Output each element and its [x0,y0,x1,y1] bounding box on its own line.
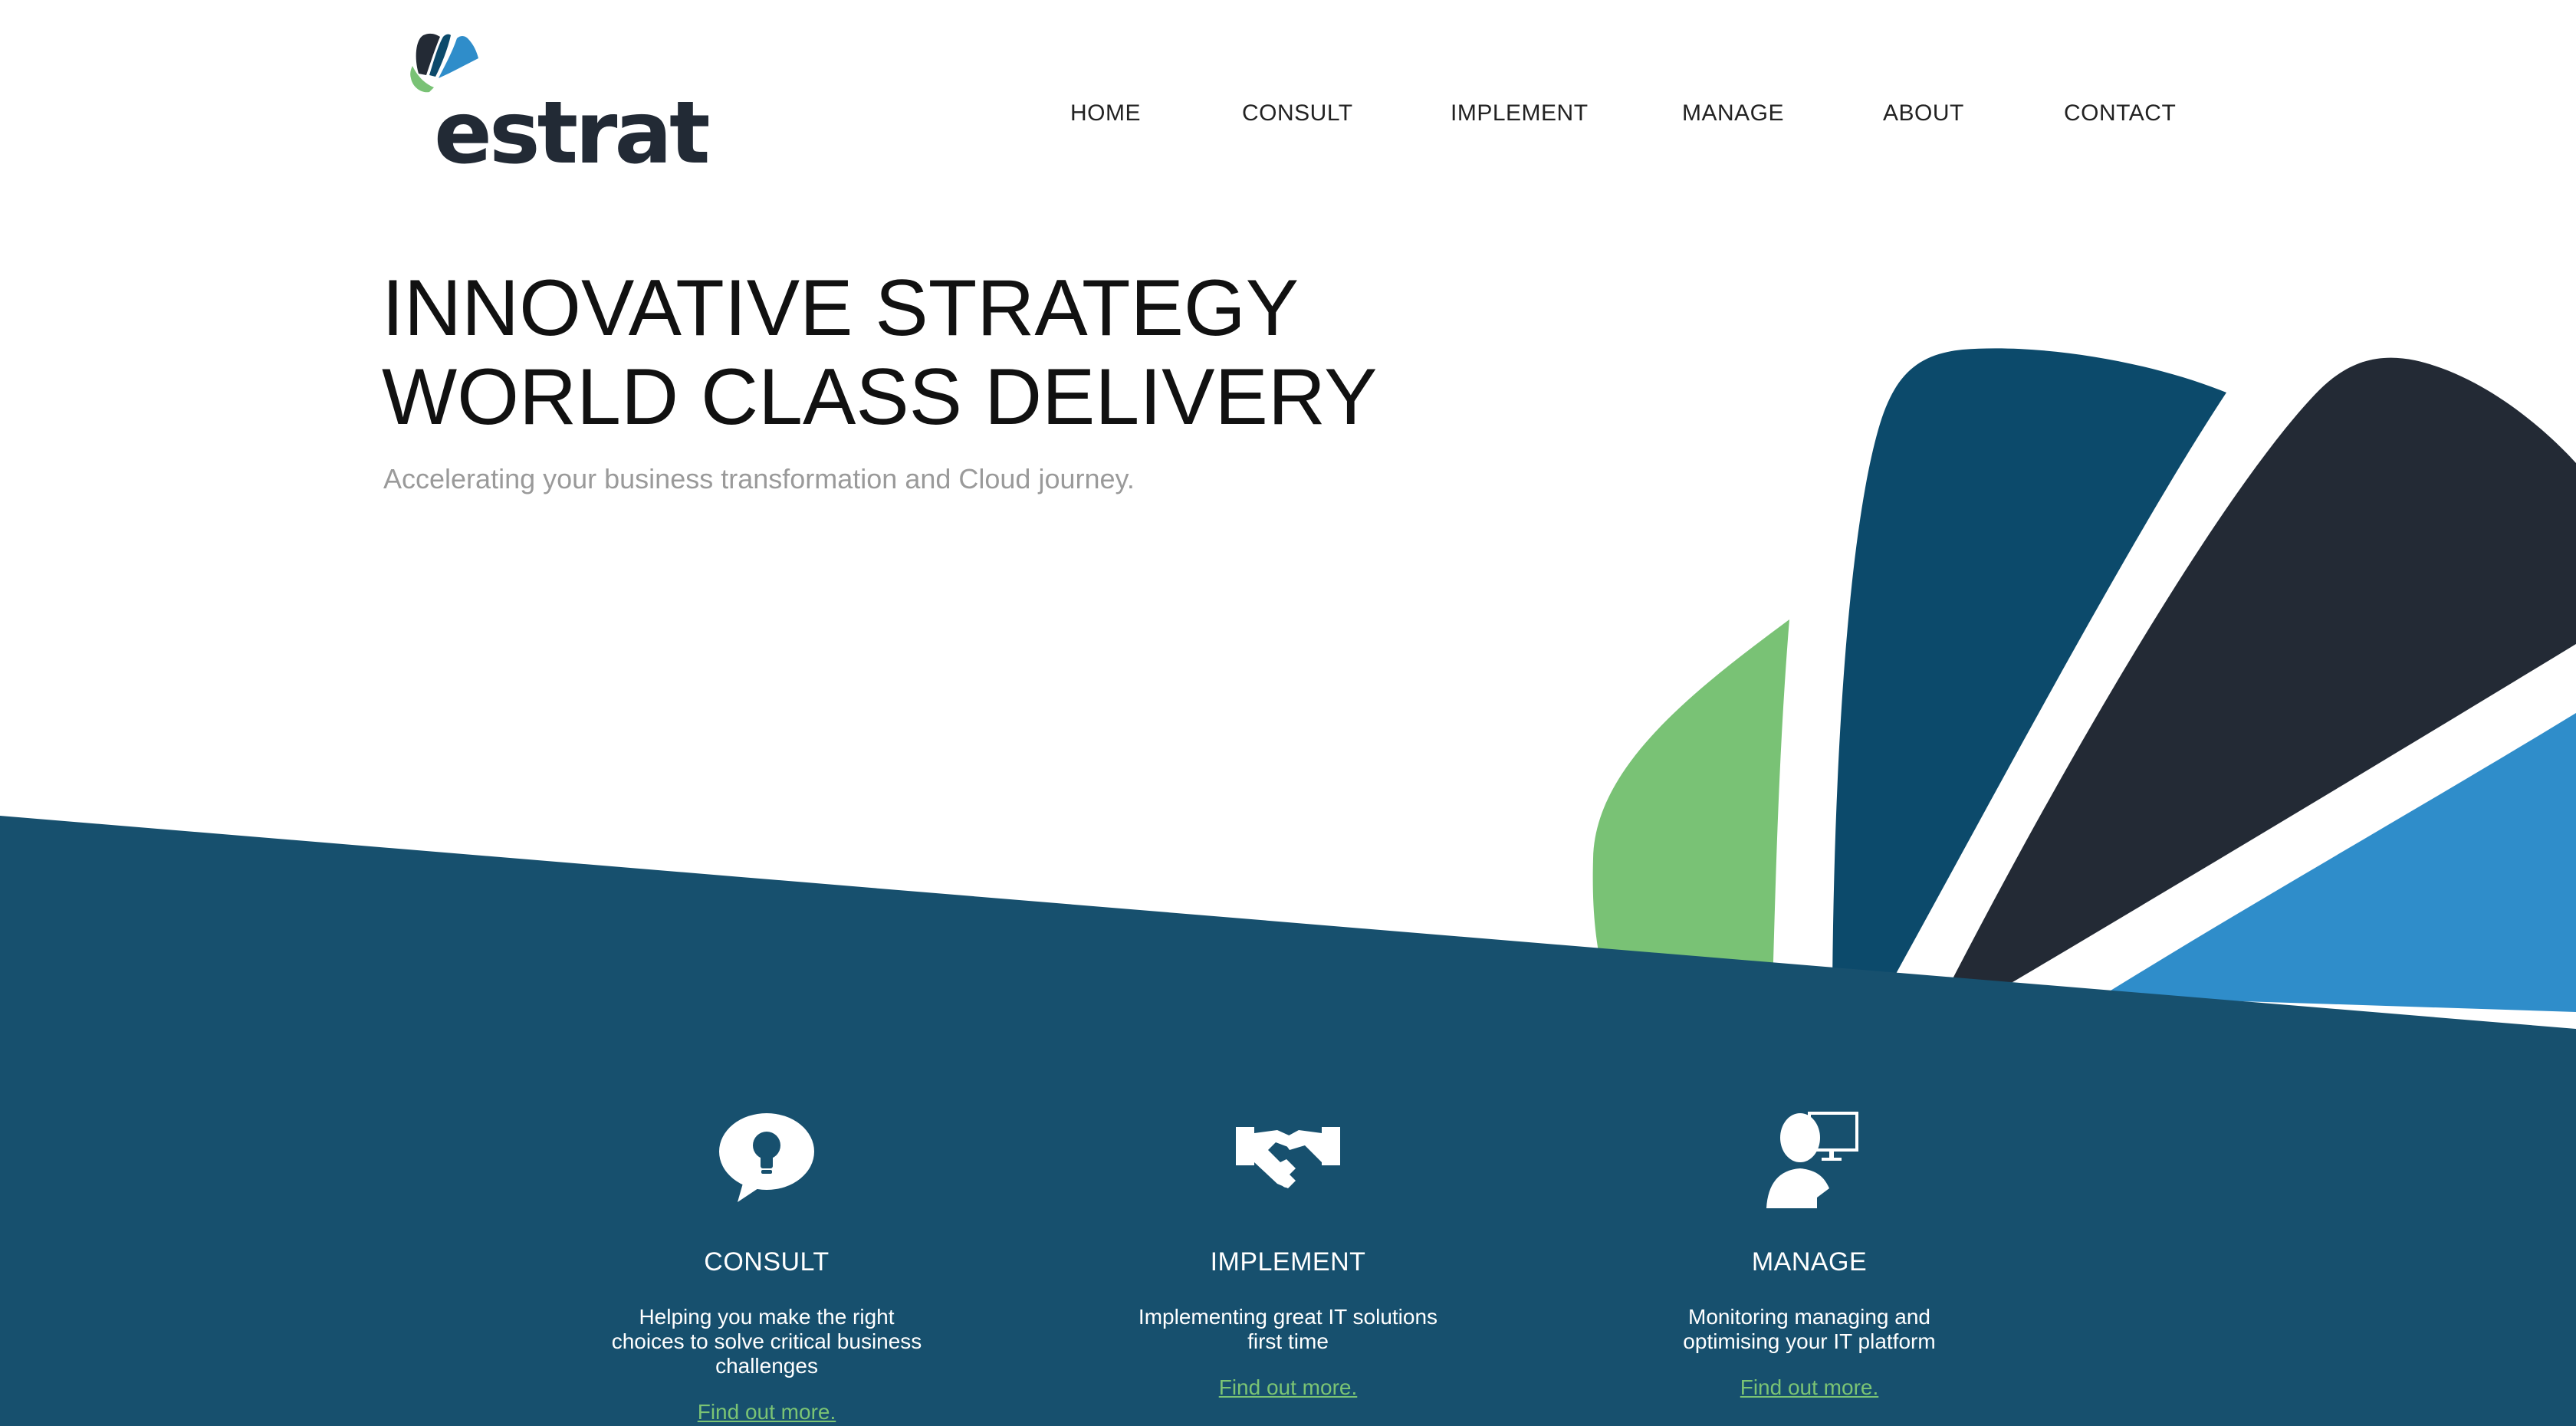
service-description: Helping you make the right choices to so… [611,1305,922,1378]
person-monitor-icon [1766,1112,1858,1208]
logo-wordmark: estrat [434,84,711,183]
main-nav: HOME CONSULT IMPLEMENT MANAGE ABOUT CONT… [1050,98,2185,129]
service-description: Implementing great IT solutions first ti… [1138,1305,1438,1353]
nav-contact[interactable]: CONTACT [2064,98,2176,129]
hero-title: INNOVATIVE STRATEGY WORLD CLASS DELIVERY [382,264,1455,442]
handshake-icon [1236,1127,1340,1188]
nav-home[interactable]: HOME [1070,98,1141,129]
service-description: Monitoring managing and optimising your … [1683,1305,1936,1353]
nav-manage[interactable]: MANAGE [1682,98,1784,129]
nav-consult[interactable]: CONSULT [1242,98,1353,129]
hero-title-line-2: WORLD CLASS DELIVERY [382,353,1378,442]
nav-implement[interactable]: IMPLEMENT [1451,98,1589,129]
green-petal-shape [1592,619,1789,989]
service-consult: CONSULT Helping you make the right choic… [552,1104,981,1424]
hero-title-line-1: INNOVATIVE STRATEGY [382,264,1300,353]
nav-about[interactable]: ABOUT [1883,98,1964,129]
service-manage: MANAGE Monitoring managing and optimisin… [1595,1104,2024,1400]
find-out-more-link[interactable]: Find out more. [698,1400,836,1424]
find-out-more-link[interactable]: Find out more. [1740,1375,1879,1400]
service-implement: IMPLEMENT Implementing great IT solution… [1073,1104,1503,1400]
service-title: IMPLEMENT [1210,1247,1366,1276]
logo[interactable]: estrat [396,28,711,176]
find-out-more-link[interactable]: Find out more. [1219,1375,1358,1400]
service-title: MANAGE [1751,1247,1868,1276]
service-title: CONSULT [704,1247,830,1276]
hero-subtitle: Accelerating your business transformatio… [383,463,1135,495]
lightbulb-speech-bubble-icon [719,1113,814,1202]
